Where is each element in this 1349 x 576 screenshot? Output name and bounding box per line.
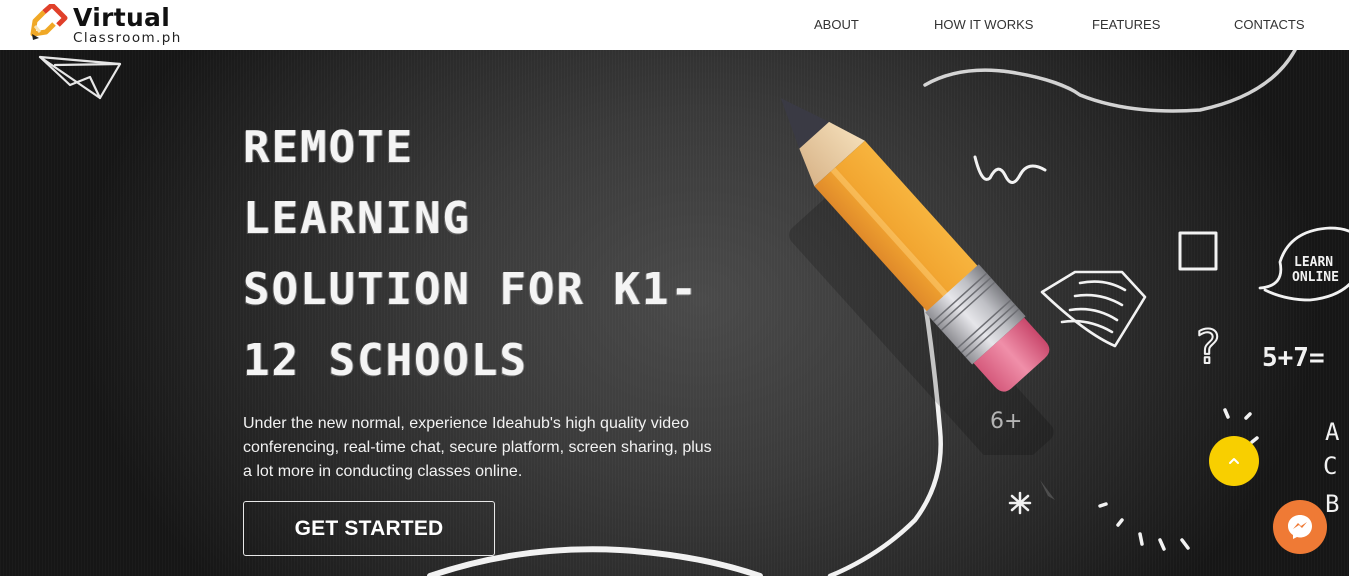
site-logo[interactable]: Virtual Classroom.ph xyxy=(30,3,230,47)
messenger-chat-button[interactable] xyxy=(1273,500,1327,554)
paper-plane-doodle-icon xyxy=(38,55,122,100)
headline-line: LEARNING xyxy=(243,193,471,244)
question-mark-doodle: ? xyxy=(1196,320,1220,374)
speech-bubble-text-1: LEARN xyxy=(1294,255,1333,270)
headline-line: 12 SCHOOLS xyxy=(243,335,528,386)
speech-bubble-text-2: ONLINE xyxy=(1292,270,1339,285)
scroll-to-top-button[interactable] xyxy=(1209,436,1259,486)
site-header: Virtual Classroom.ph ABOUT HOW IT WORKS … xyxy=(0,0,1349,50)
nav-about[interactable]: ABOUT xyxy=(814,17,859,32)
pencil-logo-icon xyxy=(30,4,68,40)
nav-contacts[interactable]: CONTACTS xyxy=(1234,17,1305,32)
hero-description: Under the new normal, experience Ideahub… xyxy=(243,415,712,480)
asterisk-doodle-icon xyxy=(1008,491,1032,515)
letter-a-doodle: A xyxy=(1325,418,1340,446)
messenger-icon xyxy=(1288,515,1312,539)
letter-b-doodle: B xyxy=(1325,490,1339,518)
pencil-illustration-icon xyxy=(780,98,1054,455)
logo-brand-text: Virtual xyxy=(73,3,171,32)
logo-sub-text: Classroom.ph xyxy=(73,30,182,46)
hero-section: LEARN ONLINE ? 5+7= A C B 6+ REMOTE LEAR… xyxy=(0,50,1349,576)
hero-headline: REMOTE LEARNING SOLUTION FOR K1- 12 SCHO… xyxy=(243,112,723,396)
chevron-up-icon xyxy=(1229,458,1239,464)
nav-how-it-works[interactable]: HOW IT WORKS xyxy=(934,17,1033,32)
headline-line: REMOTE xyxy=(243,122,414,173)
equation-doodle: 5+7= xyxy=(1262,343,1325,373)
nav-features[interactable]: FEATURES xyxy=(1092,17,1160,32)
letter-c-doodle: C xyxy=(1323,452,1337,480)
square-doodle-icon xyxy=(1178,231,1218,271)
get-started-button[interactable]: GET STARTED xyxy=(243,501,495,556)
headline-line: SOLUTION FOR K1- xyxy=(243,264,699,315)
